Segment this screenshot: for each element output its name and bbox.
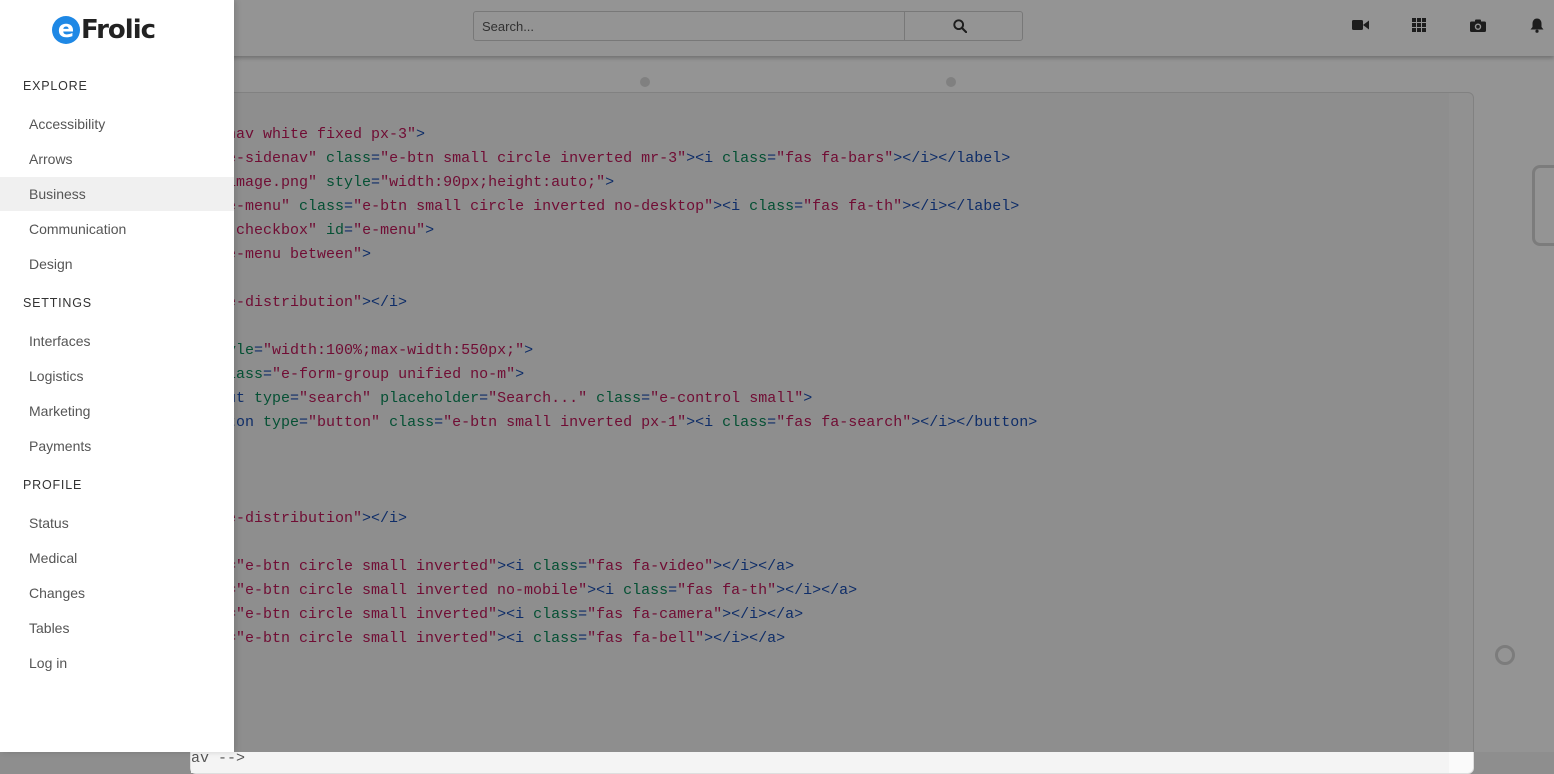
logo-mark: e — [52, 16, 80, 44]
sidebar-item-medical[interactable]: Medical — [0, 541, 234, 575]
sidebar-item-communication[interactable]: Communication — [0, 212, 234, 246]
sidebar-item-arrows[interactable]: Arrows — [0, 142, 234, 176]
sidebar-item-accessibility[interactable]: Accessibility — [0, 107, 234, 141]
sidebar-item-logistics[interactable]: Logistics — [0, 359, 234, 393]
sidebar-item-changes[interactable]: Changes — [0, 576, 234, 610]
sidebar-item-business[interactable]: Business — [0, 177, 234, 211]
logo-text: Frolic — [81, 15, 156, 45]
sidebar-item-interfaces[interactable]: Interfaces — [0, 324, 234, 358]
sidebar-item-payments[interactable]: Payments — [0, 429, 234, 463]
sidebar-item-design[interactable]: Design — [0, 247, 234, 281]
side-navigation: e Frolic EXPLORE Accessibility Arrows Bu… — [0, 0, 234, 752]
brand-logo[interactable]: e Frolic — [52, 12, 156, 48]
code-token: av --> — [191, 750, 246, 767]
section-title-settings: SETTINGS — [23, 296, 92, 310]
sidebar-item-tables[interactable]: Tables — [0, 611, 234, 645]
sidebar-item-log-in[interactable]: Log in — [0, 646, 234, 680]
sidebar-item-status[interactable]: Status — [0, 506, 234, 540]
section-title-explore: EXPLORE — [23, 79, 88, 93]
sidebar-item-marketing[interactable]: Marketing — [0, 394, 234, 428]
section-title-profile: PROFILE — [23, 478, 83, 492]
